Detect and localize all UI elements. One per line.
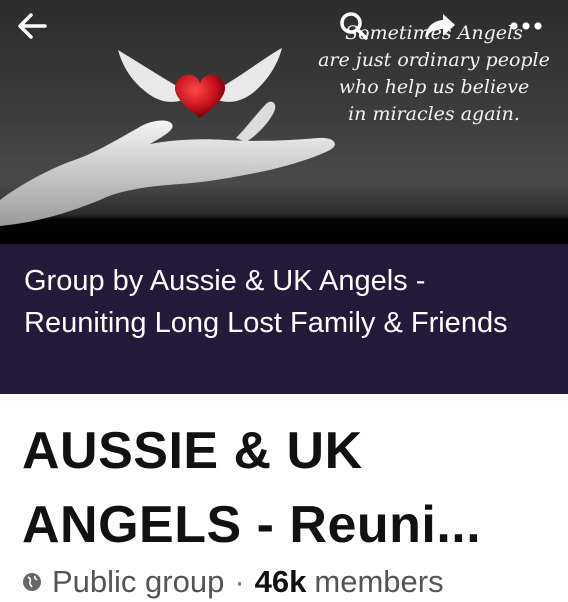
share-icon xyxy=(425,14,455,38)
separator: · xyxy=(234,564,245,599)
cover-title: Group by Aussie & UK Angels - Reuniting … xyxy=(24,265,508,339)
privacy-label: Public group xyxy=(52,564,225,599)
quote-line: who help us believe xyxy=(338,76,530,98)
group-name: AUSSIE & UK ANGELS - Reuni... xyxy=(22,422,482,554)
search-icon xyxy=(340,12,368,40)
cover-title-band: Group by Aussie & UK Angels - Reuniting … xyxy=(0,244,568,394)
share-button[interactable] xyxy=(420,6,460,46)
members-label[interactable]: members xyxy=(314,564,443,600)
search-button[interactable] xyxy=(334,6,374,46)
quote-line: in miracles again. xyxy=(348,103,520,125)
arrow-left-icon xyxy=(18,13,47,39)
group-meta: Public group · 46k members xyxy=(22,562,444,602)
quote-line: are just ordinary people xyxy=(318,49,550,71)
back-button[interactable] xyxy=(12,6,52,46)
member-count[interactable]: 46k xyxy=(255,564,307,600)
globe-icon xyxy=(23,573,41,591)
more-horizontal-icon xyxy=(510,22,542,30)
cover-photo[interactable]: Sometimes Angels are just ordinary peopl… xyxy=(0,0,568,244)
more-options-button[interactable] xyxy=(506,6,546,46)
